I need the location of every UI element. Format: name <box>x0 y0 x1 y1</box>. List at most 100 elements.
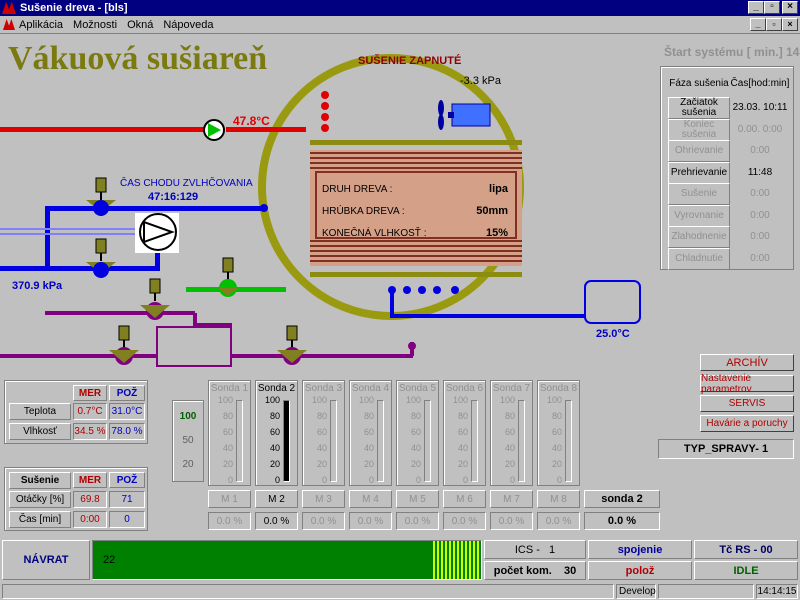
sonda-gauge[interactable]: Sonda 6 100 80 60 40 20 0 <box>443 380 486 486</box>
archiv-button[interactable]: ARCHÍV <box>700 354 794 371</box>
child-restore-button[interactable]: ▫ <box>766 18 782 31</box>
sonda-scale-tick: 20 <box>551 459 562 469</box>
sonda-select-button[interactable]: M 8 <box>537 490 580 508</box>
fan-icon <box>438 100 491 130</box>
sonda-select-button[interactable]: M 2 <box>255 490 298 508</box>
progress-value: 22 <box>103 554 116 566</box>
sonda-name: Sonda 5 <box>398 383 437 394</box>
child-close-button[interactable]: × <box>782 18 798 31</box>
minimize-button[interactable]: _ <box>748 1 764 14</box>
servis-button[interactable]: SERVIS <box>700 395 794 412</box>
sonda-bar <box>565 400 572 482</box>
sonda-select-button[interactable]: M 3 <box>302 490 345 508</box>
tc-rs-cell: Tč RS - 00 <box>694 540 798 559</box>
sonda-gauge[interactable]: Sonda 3 100 80 60 40 20 0 <box>302 380 345 486</box>
sonda-select-button[interactable]: M 4 <box>349 490 392 508</box>
sonda-select-button[interactable]: M 6 <box>443 490 486 508</box>
menu-aplikacia[interactable]: Aplikácia <box>19 19 63 31</box>
spojenie-button[interactable]: spojenie <box>588 540 692 559</box>
scale-50-button[interactable]: 50 <box>175 431 201 449</box>
document-icon[interactable] <box>3 19 15 30</box>
temp-top: 47.8°C <box>233 114 270 128</box>
sonda-gauge[interactable]: Sonda 5 100 80 60 40 20 0 <box>396 380 439 486</box>
sonda-select-button[interactable]: M 7 <box>490 490 533 508</box>
sonda-scale-tick: 60 <box>269 427 280 437</box>
scale-20-button[interactable]: 20 <box>175 455 201 473</box>
sonda-scale-tick: 80 <box>316 411 327 421</box>
sonda-scale-tick: 60 <box>222 427 233 437</box>
climate-panel: MER POŽ Teplota 0.7°C 31.0°C Vlhkosť 34.… <box>4 380 148 444</box>
sonda-scale-tick: 0 <box>462 475 468 485</box>
scale-selector: 100 50 20 <box>172 400 204 482</box>
sonda-bar <box>518 400 525 482</box>
faults-button[interactable]: Havárie a poruchy <box>700 415 794 432</box>
sonda-scale: 100 80 60 40 20 0 <box>258 395 280 491</box>
sonda-scale-tick: 0 <box>368 475 374 485</box>
status-time: 14:14:15 <box>756 584 798 599</box>
sonda-value: 0.0 % <box>208 512 251 530</box>
sonda-name: Sonda 1 <box>210 383 249 394</box>
sonda-gauge[interactable]: Sonda 8 100 80 60 40 20 0 <box>537 380 580 486</box>
phase-row: Chladnutie 0:00 <box>668 247 790 270</box>
phase-label: Sušenie <box>668 183 730 205</box>
sonda-scale: 100 80 60 40 20 0 <box>540 395 562 491</box>
wood-row: KONEČNÁ VLHKOSŤ : 15% <box>322 227 508 239</box>
app-window: Sušenie dreva - [bls] _ ▫ × Aplikácia Mo… <box>0 0 800 600</box>
sonda-scale-tick: 40 <box>504 443 515 453</box>
valve-green-icon <box>218 257 238 297</box>
chamber-top-plate <box>310 140 522 145</box>
sonda-select-button[interactable]: M 5 <box>396 490 439 508</box>
sonda-gauge[interactable]: Sonda 2 100 80 60 40 20 0 <box>255 380 298 486</box>
sonda-scale-tick: 80 <box>551 411 562 421</box>
phase-label: Začiatok sušenia <box>668 97 730 119</box>
sonda-bar <box>471 400 478 482</box>
sonda-value: 0.0 % <box>490 512 533 530</box>
sonda-scale-tick: 0 <box>509 475 515 485</box>
sonda-scale-tick: 80 <box>410 411 421 421</box>
phase-row: Zlahodnenie 0:00 <box>668 226 790 248</box>
sonda-scale-tick: 20 <box>457 459 468 469</box>
app-title: Vákuová sušiareň <box>8 40 268 77</box>
status-main <box>2 584 614 599</box>
sonda-scale-tick: 100 <box>499 395 515 405</box>
sonda-value: 0.0 % <box>537 512 580 530</box>
menu-moznosti[interactable]: Možnosti <box>73 19 117 31</box>
pocet-cell: počet kom. 30 <box>484 561 586 580</box>
tank-purple <box>156 326 232 367</box>
phase-label: Zlahodnenie <box>668 226 730 248</box>
settings-button[interactable]: Nastavenie parametrov <box>700 373 794 395</box>
status-empty <box>658 584 754 599</box>
sonda-bar <box>330 400 337 482</box>
scale-100-button[interactable]: 100 <box>175 407 201 425</box>
sonda-gauge[interactable]: Sonda 1 100 80 60 40 20 0 <box>208 380 251 486</box>
poloz-button[interactable]: polož <box>588 561 692 580</box>
sonda-scale-tick: 20 <box>504 459 515 469</box>
maximize-button[interactable]: ▫ <box>764 1 780 14</box>
sonda-name: Sonda 7 <box>492 383 531 394</box>
sonda-name: Sonda 6 <box>445 383 484 394</box>
child-minimize-button[interactable]: _ <box>750 18 766 31</box>
menu-napoveda[interactable]: Nápoveda <box>163 19 213 31</box>
phase-label: Chladnutie <box>668 247 730 270</box>
sonda-scale: 100 80 60 40 20 0 <box>493 395 515 491</box>
pressure-left: 370.9 kPa <box>12 280 63 292</box>
sonda-scale-tick: 100 <box>217 395 233 405</box>
window-title: Sušenie dreva - [bls] <box>20 2 128 14</box>
close-button[interactable]: × <box>782 1 798 14</box>
sonda-scale: 100 80 60 40 20 0 <box>446 395 468 491</box>
phase-time: 0:00 <box>750 145 770 156</box>
sonda-gauge[interactable]: Sonda 4 100 80 60 40 20 0 <box>349 380 392 486</box>
back-button[interactable]: NÁVRAT <box>2 540 90 580</box>
sonda-select-button[interactable]: M 1 <box>208 490 251 508</box>
sonda-scale-tick: 20 <box>316 459 327 469</box>
humid-label: ČAS CHODU ZVLHČOVANIA <box>120 178 253 189</box>
sonda-gauge[interactable]: Sonda 7 100 80 60 40 20 0 <box>490 380 533 486</box>
sonda-scale-tick: 80 <box>222 411 233 421</box>
menu-okna[interactable]: Okná <box>127 19 153 31</box>
wood-row: HRÚBKA DREVA : 50mm <box>322 205 508 217</box>
sonda-scale-tick: 40 <box>551 443 562 453</box>
phase-row: Začiatok sušenia 23.03. 10:11 <box>668 97 790 119</box>
sonda-scale-tick: 20 <box>222 459 233 469</box>
typ-spravy: TYP_SPRAVY- 1 <box>658 439 794 459</box>
activity-indicator <box>433 541 481 579</box>
